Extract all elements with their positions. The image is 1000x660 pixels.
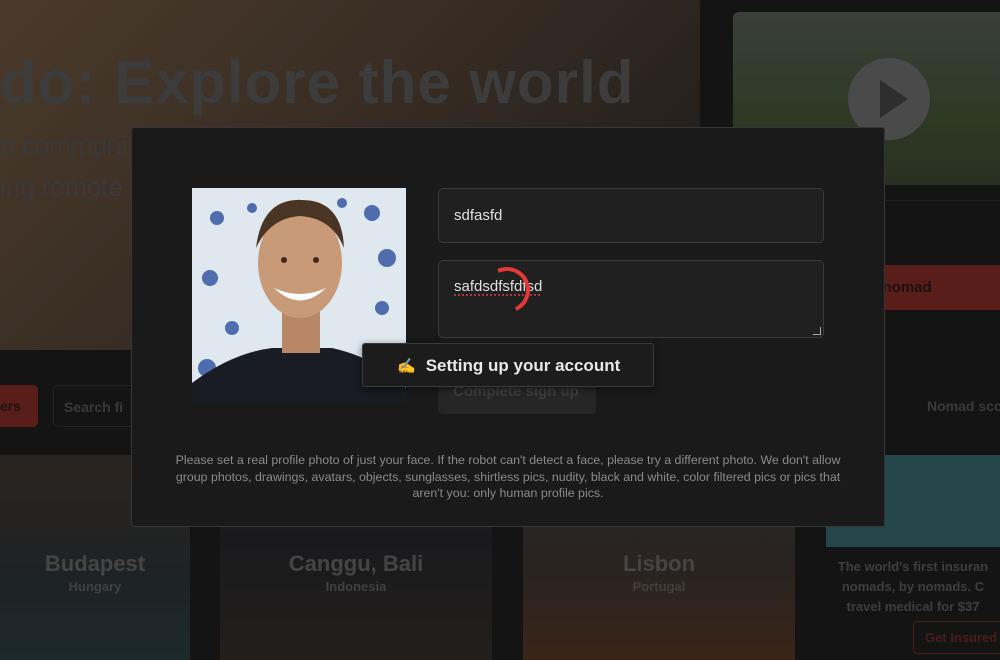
sort-select[interactable]: Nomad sco <box>927 398 1000 414</box>
toast-text: Setting up your account <box>425 356 621 375</box>
photo-guidelines: Please set a real profile photo of just … <box>175 453 841 500</box>
writing-hand-icon: ✍️ <box>397 358 416 375</box>
hero-title: do: Explore the world <box>0 49 635 116</box>
city-country: Indonesia <box>325 579 387 594</box>
insurance-text: nomads, by nomads. C <box>841 579 985 594</box>
status-toast: ✍️ Setting up your account <box>362 343 654 387</box>
resize-handle-icon[interactable] <box>813 327 821 335</box>
city-name: Budapest <box>44 551 146 576</box>
hero-subtitle: ing remote <box>0 172 123 202</box>
city-name: Lisbon <box>622 551 696 576</box>
insurance-text: travel medical for $37 <box>846 599 980 614</box>
insurance-text: The world's first insuran <box>837 559 989 574</box>
filters-button[interactable]: ers <box>0 385 38 427</box>
name-input[interactable]: sdfasfd <box>438 188 824 243</box>
city-country: Portugal <box>632 579 686 594</box>
get-insured-button[interactable]: Get Insured <box>913 621 1000 654</box>
hero-subtitle: n communi <box>0 130 128 160</box>
city-name: Canggu, Bali <box>288 551 424 576</box>
city-country: Hungary <box>68 579 122 594</box>
